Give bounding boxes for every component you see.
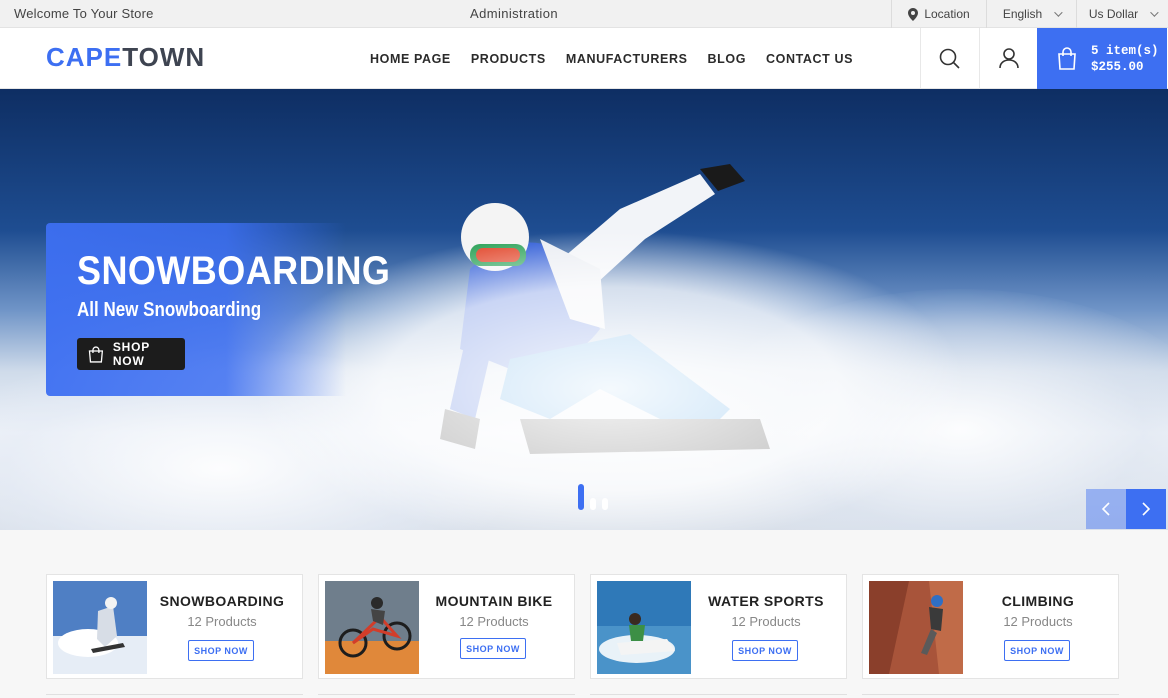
slider-next-button[interactable]	[1126, 489, 1166, 529]
cart-total: $255.00	[1091, 59, 1144, 74]
language-selector[interactable]: English	[986, 0, 1076, 28]
category-name: CLIMBING	[1001, 593, 1075, 609]
category-image[interactable]	[53, 581, 147, 674]
search-button[interactable]	[920, 28, 978, 89]
category-image[interactable]	[869, 581, 963, 674]
main-header: CAPETOWN HOME PAGE PRODUCTS MANUFACTURER…	[0, 28, 1168, 89]
hero-shop-now-label: SHOP NOW	[112, 340, 150, 368]
location-pin-icon	[908, 7, 919, 21]
category-card-snowboarding[interactable]: SNOWBOARDING 12 Products SHOP NOW	[46, 574, 303, 679]
cart-button[interactable]: 5 item(s) $255.00	[1037, 28, 1167, 89]
nav-home-page[interactable]: HOME PAGE	[370, 52, 451, 66]
category-card-mountain-bike[interactable]: MOUNTAIN BIKE 12 Products SHOP NOW	[318, 574, 575, 679]
category-shop-now-button[interactable]: SHOP NOW	[732, 640, 798, 661]
category-image[interactable]	[597, 581, 691, 674]
administration-link[interactable]: Administration	[0, 6, 1028, 21]
hero-promo-box: SNOWBOARDING All New Snowboarding SHOP N…	[46, 223, 390, 396]
category-card-climbing[interactable]: CLIMBING 12 Products SHOP NOW	[862, 574, 1119, 679]
category-count: 12 Products	[1003, 614, 1073, 629]
shopping-bag-icon	[1058, 47, 1076, 70]
chevron-down-icon	[1150, 8, 1159, 17]
category-count: 12 Products	[187, 614, 257, 629]
category-count: 12 Products	[731, 614, 801, 629]
arrow-left-icon	[1101, 502, 1110, 516]
top-bar: Welcome To Your Store Administration Loc…	[0, 0, 1168, 28]
nav-contact-us[interactable]: CONTACT US	[766, 52, 853, 66]
account-button[interactable]	[979, 28, 1037, 89]
user-icon	[998, 48, 1019, 69]
slider-dots	[578, 484, 608, 510]
location-selector[interactable]: Location	[891, 0, 986, 28]
nav-products[interactable]: PRODUCTS	[471, 52, 546, 66]
logo-part-1: CAPE	[46, 42, 123, 72]
location-label: Location	[924, 7, 970, 21]
store-logo[interactable]: CAPETOWN	[46, 42, 205, 73]
slider-dot-2[interactable]	[590, 498, 596, 510]
category-shop-now-button[interactable]: SHOP NOW	[188, 640, 254, 661]
category-list: SNOWBOARDING 12 Products SHOP NOW MOUNTA…	[46, 574, 1119, 679]
currency-selector[interactable]: Us Dollar	[1076, 0, 1168, 28]
slider-prev-button[interactable]	[1086, 489, 1126, 529]
arrow-right-icon	[1142, 502, 1151, 516]
category-count: 12 Products	[459, 614, 529, 629]
shopping-bag-icon	[88, 346, 104, 363]
hero-title: SNOWBOARDING	[77, 249, 391, 293]
hero-slider: SNOWBOARDING All New Snowboarding SHOP N…	[0, 89, 1168, 530]
language-label: English	[1002, 7, 1043, 21]
category-name: SNOWBOARDING	[159, 593, 285, 609]
hero-subtitle: All New Snowboarding	[77, 299, 262, 321]
category-name: WATER SPORTS	[708, 593, 824, 609]
slider-dot-3[interactable]	[602, 498, 608, 510]
hero-shop-now-button[interactable]: SHOP NOW	[77, 338, 185, 370]
search-icon	[939, 48, 960, 69]
category-card-water-sports[interactable]: WATER SPORTS 12 Products SHOP NOW	[590, 574, 847, 679]
chevron-down-icon	[1054, 8, 1063, 17]
nav-manufacturers[interactable]: MANUFACTURERS	[566, 52, 688, 66]
category-image[interactable]	[325, 581, 419, 674]
category-shop-now-button[interactable]: SHOP NOW	[1004, 640, 1070, 661]
main-nav: HOME PAGE PRODUCTS MANUFACTURERS BLOG CO…	[370, 52, 853, 66]
nav-blog[interactable]: BLOG	[708, 52, 747, 66]
currency-label: Us Dollar	[1088, 7, 1139, 21]
next-section-edge	[46, 694, 1120, 698]
category-name: MOUNTAIN BIKE	[435, 593, 553, 609]
category-shop-now-button[interactable]: SHOP NOW	[460, 638, 526, 659]
logo-part-2: TOWN	[122, 42, 206, 72]
cart-item-count: 5 item(s)	[1091, 43, 1159, 58]
slider-dot-1[interactable]	[578, 484, 584, 510]
